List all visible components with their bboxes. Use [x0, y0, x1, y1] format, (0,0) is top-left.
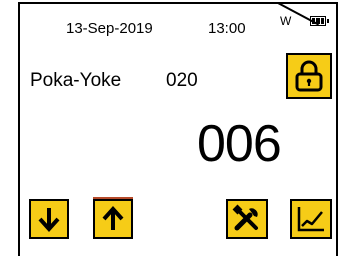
- arrow-up-icon: [102, 206, 124, 230]
- tools-button[interactable]: [226, 199, 268, 239]
- up-button[interactable]: [93, 199, 133, 239]
- tools-icon: [232, 204, 258, 231]
- counter-value: 006: [197, 115, 282, 173]
- chart-button[interactable]: [290, 199, 332, 239]
- battery-full-icon: [310, 16, 329, 26]
- arrow-down-icon: [38, 208, 60, 232]
- status-date: 13-Sep-2019: [66, 20, 153, 37]
- status-time: 13:00: [208, 20, 246, 37]
- chart-icon: [297, 207, 324, 232]
- lock-button[interactable]: [286, 53, 332, 99]
- signal-indicator: W: [280, 14, 292, 28]
- down-button[interactable]: [29, 199, 69, 239]
- poka-yoke-code: 020: [166, 70, 198, 91]
- lock-icon: [295, 60, 323, 92]
- poka-yoke-label: Poka-Yoke: [30, 70, 122, 91]
